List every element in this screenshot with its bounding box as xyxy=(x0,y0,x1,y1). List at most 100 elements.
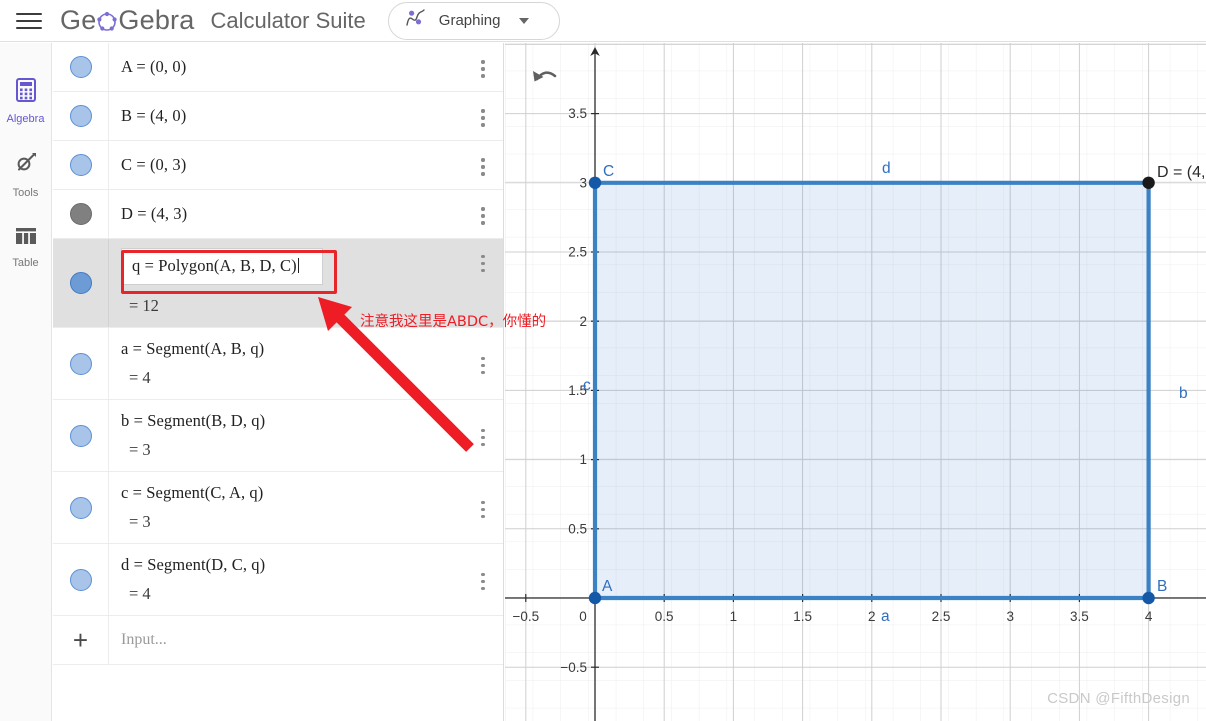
sidebar-item-algebra-label: Algebra xyxy=(6,113,45,125)
label-point-C: C xyxy=(603,163,614,180)
visibility-toggle-a[interactable] xyxy=(53,328,109,399)
object-marker-circle xyxy=(69,154,92,176)
algebra-row-content[interactable]: d = Segment(D, C, q) = 4 xyxy=(109,544,463,615)
label-segment-b: b xyxy=(1179,385,1188,402)
label-point-D: D = (4, xyxy=(1157,164,1205,181)
visibility-toggle-b[interactable] xyxy=(53,400,109,471)
svg-text:3: 3 xyxy=(579,175,587,190)
label-segment-c: c xyxy=(583,377,591,394)
object-marker-circle xyxy=(69,352,92,375)
calculator-icon xyxy=(14,77,38,108)
result-text: = 3 xyxy=(129,512,151,531)
polygon-expression-input[interactable]: q = Polygon(A, B, D, C) xyxy=(121,248,323,285)
object-marker-circle xyxy=(69,272,92,294)
svg-text:1: 1 xyxy=(730,609,738,624)
algebra-row-a-segment[interactable]: a = Segment(A, B, q) = 4 xyxy=(53,328,503,400)
polygon-q-fill xyxy=(595,182,1149,599)
suite-title: Calculator Suite xyxy=(210,7,366,33)
sidebar-item-algebra[interactable]: Algebra xyxy=(0,77,52,125)
result-text: = 3 xyxy=(129,440,151,459)
expression-text: b = Segment(B, D, q) xyxy=(121,411,266,430)
app-header: Ge Gebra Calculator Suite Graphing xyxy=(0,0,1206,42)
algebra-row-A[interactable]: A = (0, 0) xyxy=(53,43,503,92)
graphing-curve-icon xyxy=(403,7,429,34)
kebab-menu-icon[interactable] xyxy=(463,43,503,91)
app-picker-button[interactable]: Graphing xyxy=(387,1,560,40)
svg-text:3.5: 3.5 xyxy=(568,106,587,121)
algebra-row-content[interactable]: q = Polygon(A, B, D, C) = 12 xyxy=(109,239,463,327)
kebab-menu-icon[interactable] xyxy=(463,190,503,238)
point-B xyxy=(1142,591,1155,605)
object-marker-circle xyxy=(69,424,92,447)
algebra-row-content[interactable]: A = (0, 0) xyxy=(109,43,463,91)
left-icon-rail: Algebra Tools Table xyxy=(0,43,52,721)
object-marker-circle xyxy=(69,203,92,225)
visibility-toggle-B[interactable] xyxy=(53,92,109,140)
svg-text:4: 4 xyxy=(1145,609,1153,624)
algebra-row-c-segment[interactable]: c = Segment(C, A, q) = 3 xyxy=(53,472,503,544)
svg-text:0: 0 xyxy=(579,609,587,624)
expression-text: C = (0, 3) xyxy=(121,155,187,174)
kebab-menu-icon[interactable] xyxy=(463,544,503,615)
logo-text-part2: Gebra xyxy=(118,5,195,35)
svg-text:1.5: 1.5 xyxy=(793,609,812,624)
svg-text:3: 3 xyxy=(1006,609,1014,624)
chevron-down-icon xyxy=(518,17,529,24)
visibility-toggle-D[interactable] xyxy=(53,190,109,238)
svg-text:2: 2 xyxy=(868,609,876,624)
kebab-menu-icon[interactable] xyxy=(463,141,503,189)
kebab-menu-icon[interactable] xyxy=(463,472,503,543)
sidebar-item-table-label: Table xyxy=(12,257,39,269)
hamburger-menu-icon[interactable] xyxy=(16,8,42,34)
expression-text: d = Segment(D, C, q) xyxy=(121,555,266,574)
algebra-input-field[interactable]: Input... xyxy=(109,631,167,649)
expression-text: B = (4, 0) xyxy=(121,106,187,125)
object-marker-circle xyxy=(69,496,92,519)
algebra-row-b-segment[interactable]: b = Segment(B, D, q) = 3 xyxy=(53,400,503,472)
plus-icon[interactable]: + xyxy=(53,616,109,664)
visibility-toggle-A[interactable] xyxy=(53,43,109,91)
visibility-toggle-c[interactable] xyxy=(53,472,109,543)
expression-text: q = Polygon(A, B, D, C) xyxy=(132,256,297,275)
text-cursor xyxy=(297,258,299,273)
algebra-row-d-segment[interactable]: d = Segment(D, C, q) = 4 xyxy=(53,544,503,616)
label-point-B: B xyxy=(1157,578,1167,595)
label-segment-d: d xyxy=(882,160,891,177)
svg-text:1: 1 xyxy=(579,452,587,467)
algebra-row-q-polygon[interactable]: q = Polygon(A, B, D, C) = 12 xyxy=(53,239,503,328)
algebra-row-content[interactable]: a = Segment(A, B, q) = 4 xyxy=(109,328,463,399)
kebab-menu-icon[interactable] xyxy=(463,239,503,327)
algebra-row-D[interactable]: D = (4, 3) xyxy=(53,190,503,239)
expression-text: D = (4, 3) xyxy=(121,204,188,223)
graphics-view[interactable]: −0.5 0 0.5 1 1.5 2 2.5 3 3.5 4 3.5 3 2.5… xyxy=(505,43,1206,721)
algebra-row-content[interactable]: C = (0, 3) xyxy=(109,141,463,189)
kebab-menu-icon[interactable] xyxy=(463,400,503,471)
visibility-toggle-C[interactable] xyxy=(53,141,109,189)
result-text: = 4 xyxy=(129,584,151,603)
logo-text-part1: Ge xyxy=(60,5,97,35)
sidebar-item-tools[interactable]: Tools xyxy=(0,151,52,199)
svg-text:0.5: 0.5 xyxy=(568,521,587,536)
algebra-row-content[interactable]: c = Segment(C, A, q) = 3 xyxy=(109,472,463,543)
result-text: = 4 xyxy=(129,368,151,387)
label-segment-a: a xyxy=(881,608,890,625)
visibility-toggle-q[interactable] xyxy=(53,239,109,327)
kebab-menu-icon[interactable] xyxy=(463,92,503,140)
algebra-row-B[interactable]: B = (4, 0) xyxy=(53,92,503,141)
algebra-row-content[interactable]: D = (4, 3) xyxy=(109,190,463,238)
visibility-toggle-d[interactable] xyxy=(53,544,109,615)
algebra-row-content[interactable]: B = (4, 0) xyxy=(109,92,463,140)
app-picker-label: Graphing xyxy=(438,12,501,29)
svg-text:3.5: 3.5 xyxy=(1070,609,1089,624)
kebab-menu-icon[interactable] xyxy=(463,328,503,399)
new-expression-row[interactable]: + Input... xyxy=(53,616,503,665)
algebra-view-panel[interactable]: A = (0, 0) B = (4, 0) C = (0, 3) D = (4,… xyxy=(53,43,504,721)
algebra-row-content[interactable]: b = Segment(B, D, q) = 3 xyxy=(109,400,463,471)
sidebar-item-table[interactable]: Table xyxy=(0,225,52,269)
svg-text:2.5: 2.5 xyxy=(568,245,587,260)
point-C xyxy=(588,176,602,189)
table-icon xyxy=(13,225,39,252)
coordinate-plane[interactable]: −0.5 0 0.5 1 1.5 2 2.5 3 3.5 4 3.5 3 2.5… xyxy=(505,43,1206,721)
point-D xyxy=(1142,176,1155,189)
algebra-row-C[interactable]: C = (0, 3) xyxy=(53,141,503,190)
